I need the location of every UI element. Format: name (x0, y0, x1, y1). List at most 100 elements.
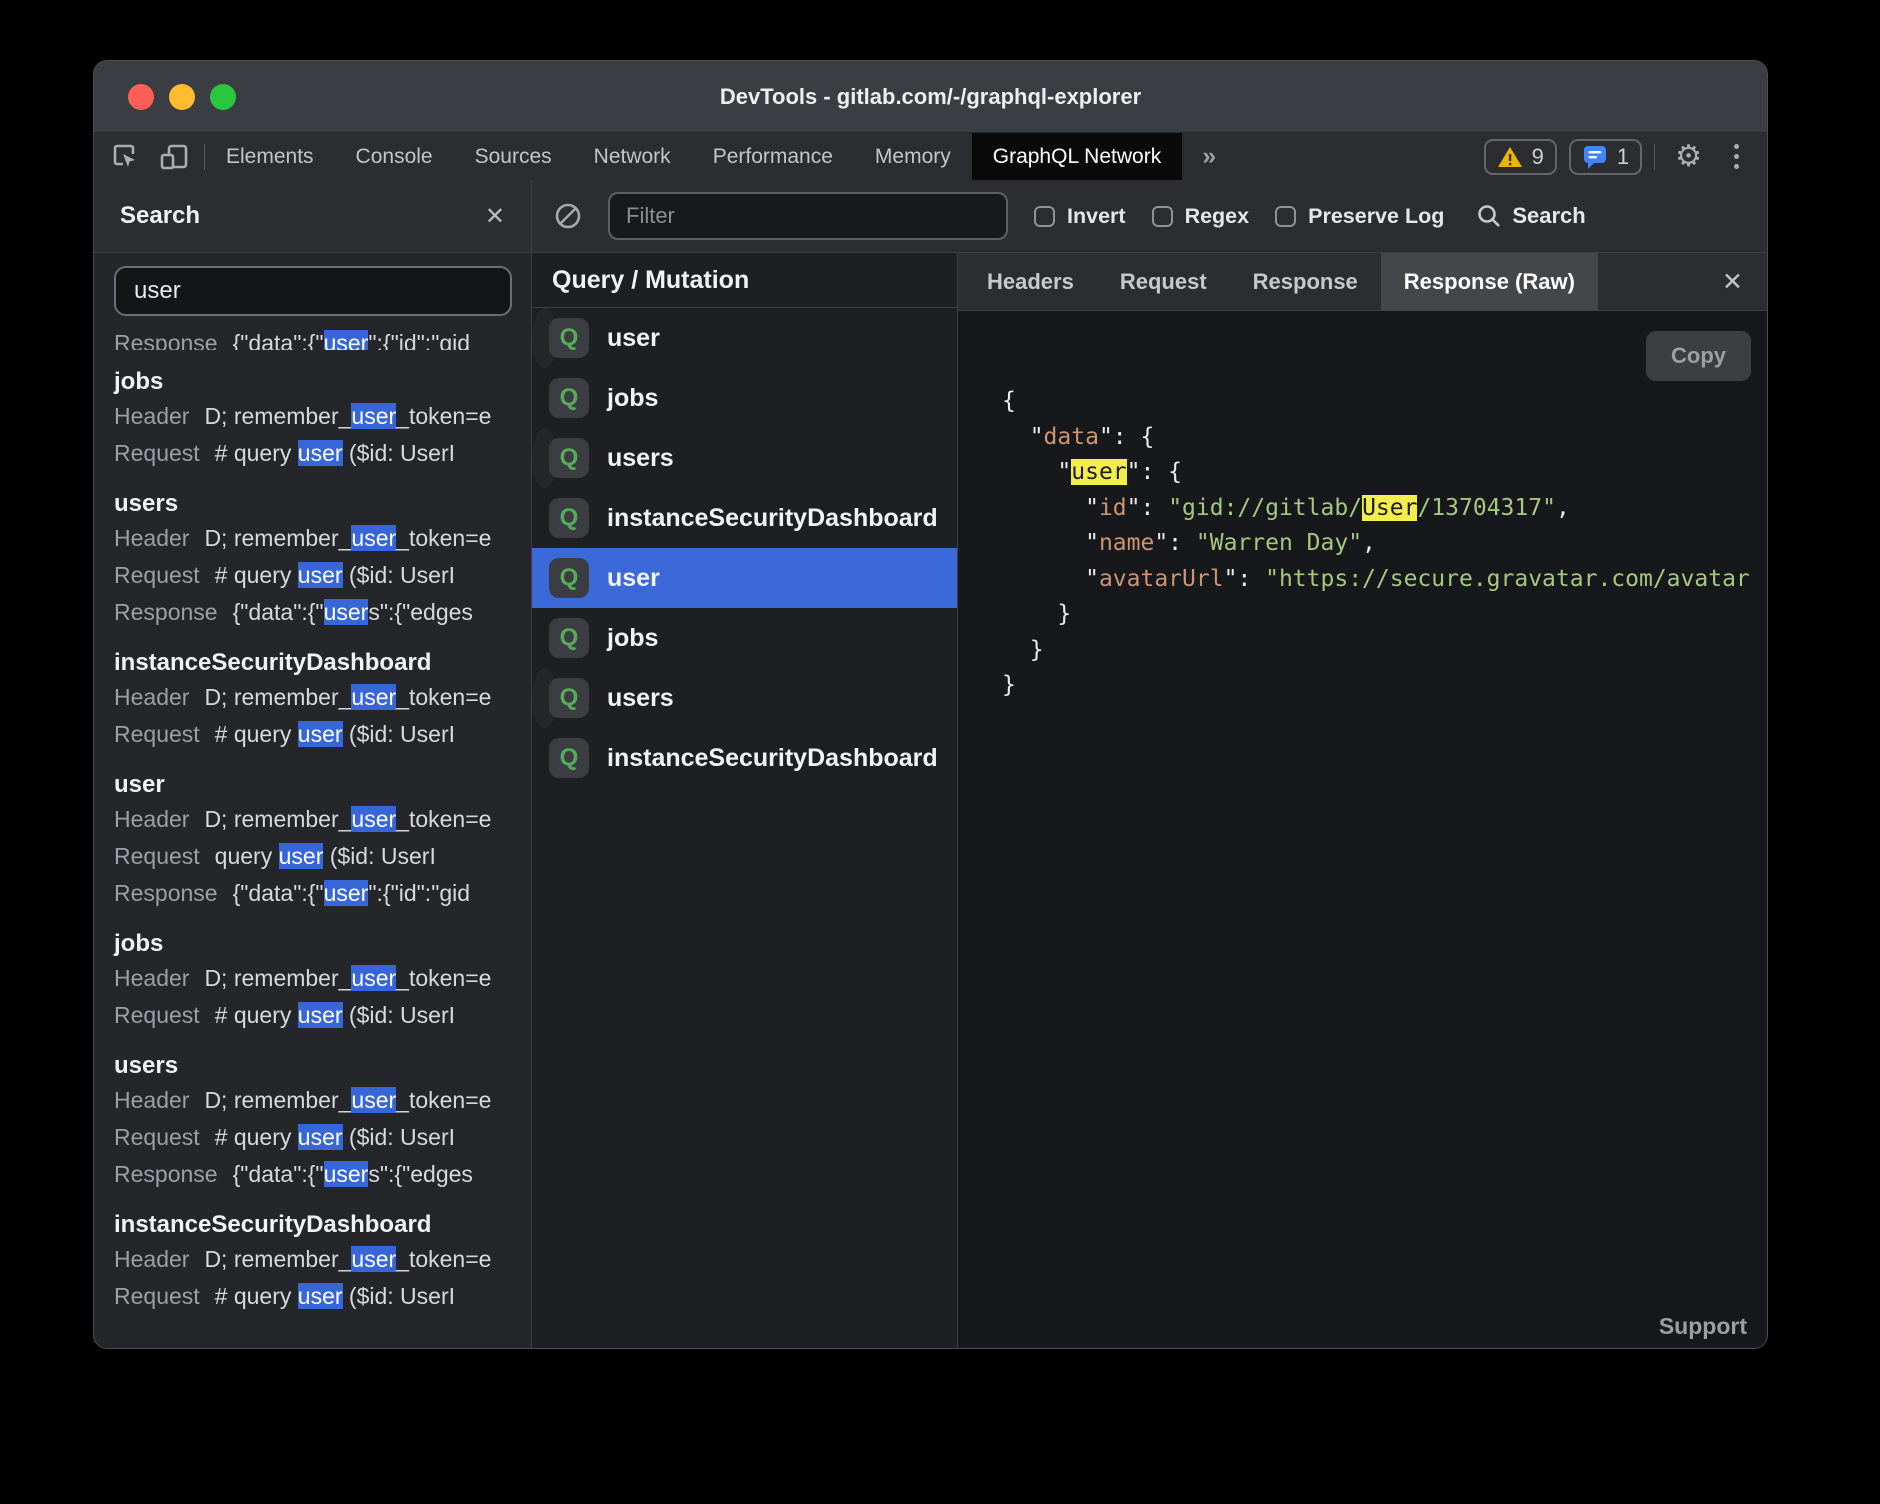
result-line[interactable]: Request# query user ($id: UserI (114, 1278, 531, 1315)
result-line-text: # query (215, 721, 298, 747)
match-highlight: user (1071, 459, 1126, 485)
match-highlight: user (351, 1246, 396, 1272)
support-link[interactable]: Support (1659, 1313, 1747, 1340)
result-line-label: Request (114, 1002, 200, 1028)
result-line[interactable]: Response{"data":{"users":{"edges (114, 594, 531, 631)
result-line[interactable]: HeaderD; remember_user_token=e (114, 1082, 531, 1119)
query-mutation-panel: Query / Mutation QuserQjobsQusersQinstan… (532, 253, 958, 1348)
result-line-text: _token=e (396, 965, 491, 991)
clear-log-icon[interactable] (554, 202, 582, 230)
toolbar-search-button[interactable]: Search (1476, 203, 1585, 229)
checkbox-box (1152, 206, 1173, 227)
result-line-label: Header (114, 1087, 189, 1113)
json-token: ": { (1127, 459, 1182, 485)
filter-input[interactable] (608, 192, 1008, 240)
tab-performance[interactable]: Performance (692, 133, 854, 180)
result-line-text: ($id: UserI (343, 1283, 455, 1309)
chevron-double-right-icon: » (1202, 142, 1216, 171)
query-row-user[interactable]: Quser (532, 308, 558, 368)
result-line-text: {"data":{" (233, 880, 324, 906)
query-row-instanceSecurityDashboard[interactable]: QinstanceSecurityDashboard (532, 488, 957, 548)
query-row-users[interactable]: Qusers (532, 428, 558, 488)
more-tabs-button[interactable]: » (1182, 133, 1236, 180)
tab-memory[interactable]: Memory (854, 133, 972, 180)
tab-sources[interactable]: Sources (454, 133, 573, 180)
result-line[interactable]: HeaderD; remember_user_token=e (114, 520, 531, 557)
response-close-icon[interactable]: ✕ (1698, 253, 1767, 310)
result-line-text: # query (215, 1124, 298, 1150)
traffic-lights (128, 61, 236, 132)
tab-elements[interactable]: Elements (205, 133, 335, 180)
json-line: } (1002, 601, 1071, 627)
result-line[interactable]: HeaderD; remember_user_token=e (114, 398, 531, 435)
checkbox-regex[interactable]: Regex (1152, 204, 1250, 229)
query-row-user[interactable]: Quser (532, 548, 957, 608)
result-line-text: ($id: UserI (323, 843, 435, 869)
checkbox-preserve-log[interactable]: Preserve Log (1275, 204, 1444, 229)
search-close-icon[interactable]: ✕ (485, 202, 505, 231)
response-tab-headers[interactable]: Headers (964, 253, 1097, 310)
result-section-title[interactable]: instanceSecurityDashboard (114, 1208, 531, 1241)
result-line[interactable]: Request# query user ($id: UserI (114, 1119, 531, 1156)
copy-button[interactable]: Copy (1646, 331, 1751, 381)
tab-network[interactable]: Network (573, 133, 692, 180)
json-token: avatarUrl (1099, 566, 1224, 592)
query-row-jobs[interactable]: Qjobs (532, 368, 957, 428)
tab-console[interactable]: Console (335, 133, 454, 180)
result-line[interactable]: Response{"data":{"users":{"edges (114, 1156, 531, 1193)
result-line[interactable]: Response{"data":{"user":{"id":"gid (114, 325, 531, 350)
result-section-title[interactable]: user (114, 768, 531, 801)
json-token: { (1002, 388, 1016, 414)
json-token: name (1099, 530, 1154, 556)
more-options-kebab-icon[interactable] (1722, 144, 1751, 169)
toolbar-checkboxes: Invert Regex Preserve Log (1034, 204, 1444, 229)
result-line-text: ($id: UserI (343, 1002, 455, 1028)
result-section-title[interactable]: users (114, 1049, 531, 1082)
result-line[interactable]: HeaderD; remember_user_token=e (114, 801, 531, 838)
result-line[interactable]: Request# query user ($id: UserI (114, 716, 531, 753)
result-section-title[interactable]: instanceSecurityDashboard (114, 646, 531, 679)
query-row-jobs[interactable]: Qjobs (532, 608, 957, 668)
match-highlight: user (324, 1161, 369, 1187)
query-row-instanceSecurityDashboard[interactable]: QinstanceSecurityDashboard (532, 728, 957, 788)
result-line[interactable]: Request# query user ($id: UserI (114, 435, 531, 472)
result-line[interactable]: HeaderD; remember_user_token=e (114, 679, 531, 716)
match-highlight: user (298, 1283, 343, 1309)
checkbox-box (1275, 206, 1296, 227)
result-section-title[interactable]: jobs (114, 927, 531, 960)
minimize-window-button[interactable] (169, 84, 195, 110)
inspect-element-icon[interactable] (110, 142, 140, 172)
search-input[interactable] (114, 266, 512, 316)
response-tab-response-raw-[interactable]: Response (Raw) (1381, 253, 1598, 310)
result-line[interactable]: Request# query user ($id: UserI (114, 557, 531, 594)
result-line-label: Header (114, 525, 189, 551)
query-row-label: user (607, 564, 660, 593)
result-line-text: _token=e (396, 525, 491, 551)
result-line[interactable]: Response{"data":{"user":{"id":"gid (114, 875, 531, 912)
result-line[interactable]: Request# query user ($id: UserI (114, 997, 531, 1034)
response-tab-request[interactable]: Request (1097, 253, 1230, 310)
issues-warning-badge[interactable]: 9 (1484, 139, 1557, 175)
result-line[interactable]: HeaderD; remember_user_token=e (114, 960, 531, 997)
settings-gear-icon[interactable]: ⚙ (1667, 139, 1710, 174)
close-window-button[interactable] (128, 84, 154, 110)
clipped-result-line[interactable]: Response{"data":{"user":{"id":"gid (114, 325, 531, 350)
result-section-title[interactable]: users (114, 487, 531, 520)
result-line-label: Response (114, 880, 218, 906)
query-row-label: instanceSecurityDashboard (607, 744, 938, 773)
tab-graphql-network[interactable]: GraphQL Network (972, 133, 1182, 180)
zoom-window-button[interactable] (210, 84, 236, 110)
result-line-text: _token=e (396, 1087, 491, 1113)
device-toolbar-icon[interactable] (158, 142, 190, 172)
result-line[interactable]: HeaderD; remember_user_token=e (114, 1241, 531, 1278)
match-highlight: user (324, 880, 369, 906)
messages-badge[interactable]: 1 (1569, 139, 1642, 175)
panel-header-row: Search ✕ InvertRegexPreserve Log Search (94, 180, 1767, 253)
devtools-tabs: ElementsConsoleSourcesNetworkPerformance… (205, 133, 1182, 180)
result-section-title[interactable]: jobs (114, 365, 531, 398)
checkbox-invert[interactable]: Invert (1034, 204, 1126, 229)
query-row-users[interactable]: Qusers (532, 668, 558, 728)
result-line[interactable]: Requestquery user ($id: UserI (114, 838, 531, 875)
json-token: "https://secure.gravatar.com/avatar (1265, 566, 1750, 592)
response-tab-response[interactable]: Response (1230, 253, 1381, 310)
